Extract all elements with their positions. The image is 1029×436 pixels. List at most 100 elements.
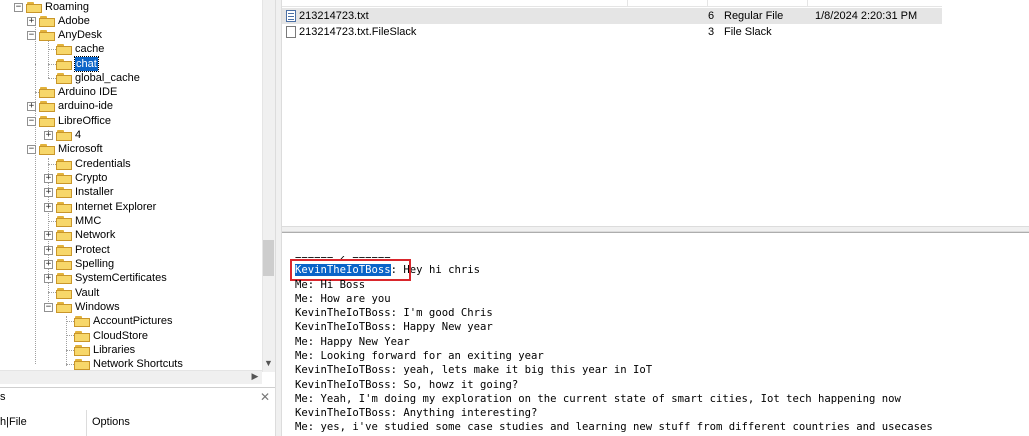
folder-icon: [39, 86, 55, 98]
tree-item-systemcertificates[interactable]: + SystemCertificates: [44, 271, 167, 285]
column-divider[interactable]: [627, 0, 628, 6]
collapse-toggle-icon[interactable]: −: [27, 144, 36, 154]
tree-item-adobe[interactable]: + Adobe: [27, 14, 90, 28]
expand-toggle-icon[interactable]: +: [27, 16, 36, 26]
panel-column-header-row: [0, 410, 275, 436]
collapse-toggle-icon[interactable]: −: [27, 30, 36, 40]
file-name: 213214723.txt: [299, 10, 369, 22]
tree-item-crypto[interactable]: + Crypto: [44, 171, 107, 185]
tree-horizontal-scrollbar[interactable]: [0, 370, 262, 384]
scroll-right-arrow-icon[interactable]: ▶: [248, 370, 262, 383]
tree-item-label: global_cache: [75, 72, 140, 84]
collapse-toggle-icon[interactable]: −: [14, 2, 23, 12]
expand-toggle-icon[interactable]: +: [44, 130, 53, 140]
tree-item-label: Credentials: [75, 158, 131, 170]
expand-toggle-icon[interactable]: +: [44, 230, 53, 240]
folder-open-icon: [56, 58, 72, 70]
folder-icon: [56, 301, 72, 313]
folder-icon: [39, 100, 55, 112]
tree-item-label: Spelling: [75, 258, 115, 270]
tree-item-label: 4: [75, 129, 82, 141]
tree-item-internet-explorer[interactable]: + Internet Explorer: [44, 200, 156, 214]
file-row[interactable]: 213214723.txt.FileSlack 3 File Slack: [282, 24, 942, 40]
tree-item-cloudstore[interactable]: CloudStore: [74, 329, 148, 343]
tree-scrollbar-thumb[interactable]: [263, 240, 274, 276]
tree-item-vault[interactable]: Vault: [56, 286, 99, 300]
tree-item-label: MMC: [75, 215, 102, 227]
tree-item-label: Libraries: [93, 344, 136, 356]
folder-icon: [56, 244, 72, 256]
expand-toggle-icon[interactable]: +: [44, 173, 53, 183]
viewer-scroll-mask: [285, 250, 485, 256]
expand-toggle-icon[interactable]: +: [27, 101, 36, 111]
folder-icon: [56, 158, 72, 170]
folder-icon: [56, 72, 72, 84]
tree-item-libreoffice[interactable]: − LibreOffice: [27, 114, 111, 128]
folder-tree[interactable]: − Roaming + Adobe − AnyDesk cache chat g…: [0, 0, 275, 372]
tree-item-libraries[interactable]: Libraries: [74, 343, 135, 357]
tree-item-spelling[interactable]: + Spelling: [44, 257, 114, 271]
viewer-line: Me: Hi Boss: [295, 279, 366, 291]
collapse-toggle-icon[interactable]: −: [27, 116, 36, 126]
folder-icon: [39, 143, 55, 155]
tree-item-windows[interactable]: − Windows: [44, 300, 120, 314]
tree-item-label: Arduino IDE: [58, 86, 118, 98]
folder-icon: [26, 1, 42, 13]
viewer-line: Me: yes, i've studied some case studies …: [295, 421, 933, 433]
panel-header: [0, 387, 275, 411]
tree-item-mmc[interactable]: MMC: [56, 214, 101, 228]
expand-toggle-icon[interactable]: +: [44, 273, 53, 283]
folder-icon: [56, 43, 72, 55]
file-size: 3: [708, 26, 715, 38]
tree-item-4[interactable]: + 4: [44, 128, 81, 142]
tree-item-anydesk[interactable]: − AnyDesk: [27, 28, 102, 42]
tree-item-chat[interactable]: chat: [56, 56, 99, 72]
viewer-line: Me: Yeah, I'm doing my exploration on th…: [295, 393, 901, 405]
expand-toggle-icon[interactable]: +: [44, 187, 53, 197]
file-size: 6: [708, 10, 715, 22]
folder-icon: [56, 129, 72, 141]
collapse-toggle-icon[interactable]: −: [44, 302, 53, 312]
tree-item-protect[interactable]: + Protect: [44, 243, 110, 257]
column-divider[interactable]: [807, 0, 808, 6]
tree-item-arduino-ide[interactable]: Arduino IDE: [39, 85, 117, 99]
expand-toggle-icon[interactable]: +: [44, 245, 53, 255]
folder-icon: [56, 258, 72, 270]
viewer-line: KevinTheIoTBoss: Anything interesting?: [295, 407, 538, 419]
tree-vertical-scrollbar[interactable]: [262, 0, 276, 372]
file-name: 213214723.txt.FileSlack: [299, 26, 417, 38]
pane-splitter[interactable]: [275, 0, 282, 436]
file-type: Regular File: [724, 10, 784, 22]
tree-item-installer[interactable]: + Installer: [44, 185, 114, 199]
tree-item-label: Adobe: [58, 15, 90, 27]
close-icon[interactable]: ✕: [260, 390, 270, 404]
viewer-line: KevinTheIoTBoss: yeah, lets make it big …: [295, 364, 653, 376]
tree-item-global-cache[interactable]: global_cache: [56, 71, 140, 85]
folder-icon: [74, 344, 90, 356]
scroll-down-arrow-icon[interactable]: ▼: [262, 356, 275, 370]
tree-item-arduino-ide-lower[interactable]: + arduino-ide: [27, 99, 113, 113]
column-divider[interactable]: [707, 0, 708, 6]
column-divider[interactable]: [86, 410, 87, 436]
tree-item-credentials[interactable]: Credentials: [56, 157, 131, 171]
folder-icon: [56, 287, 72, 299]
tree-item-roaming[interactable]: − Roaming: [14, 0, 89, 14]
tree-item-label: CloudStore: [93, 330, 149, 342]
expand-toggle-icon[interactable]: +: [44, 259, 53, 269]
folder-icon: [74, 358, 90, 370]
folder-icon: [56, 215, 72, 227]
tree-item-accountpictures[interactable]: AccountPictures: [74, 314, 172, 328]
tree-item-network[interactable]: + Network: [44, 228, 115, 242]
tree-item-label: SystemCertificates: [75, 272, 167, 284]
column-header-hash-file[interactable]: h|File: [0, 416, 27, 428]
file-row[interactable]: 213214723.txt 6 Regular File 1/8/2024 2:…: [282, 8, 942, 24]
expand-toggle-icon[interactable]: +: [44, 202, 53, 212]
folder-icon: [39, 15, 55, 27]
tree-connector: [66, 316, 67, 366]
tree-item-label: Vault: [75, 287, 100, 299]
column-header-options[interactable]: Options: [92, 416, 130, 428]
tree-item-cache[interactable]: cache: [56, 42, 104, 56]
tree-item-network-shortcuts[interactable]: Network Shortcuts: [74, 357, 183, 371]
tree-item-microsoft[interactable]: − Microsoft: [27, 142, 103, 156]
panel-title: s: [0, 391, 6, 403]
